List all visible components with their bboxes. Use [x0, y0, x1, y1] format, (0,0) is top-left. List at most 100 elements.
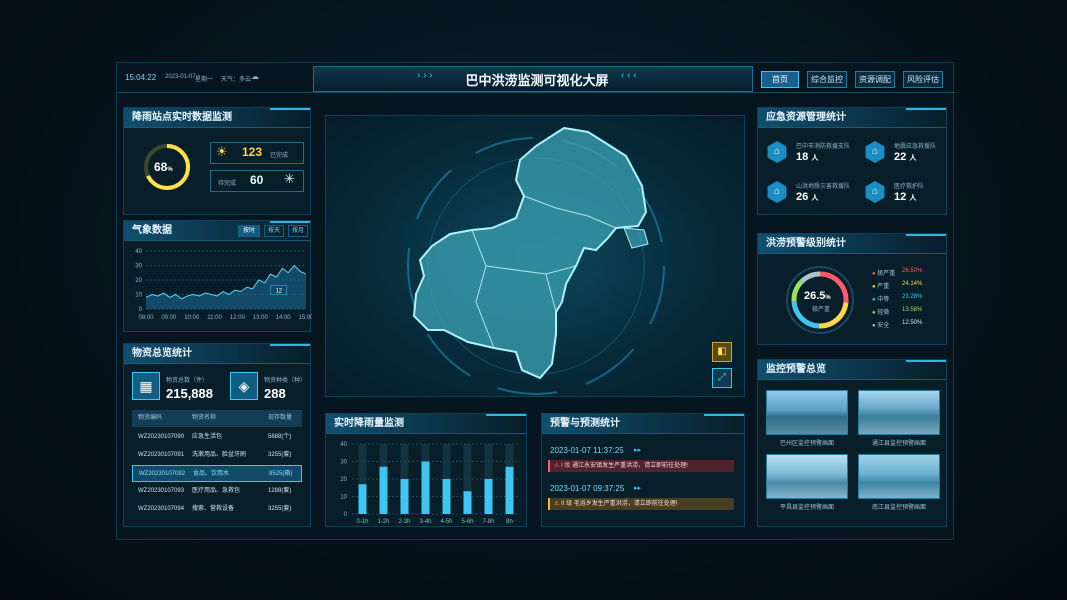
weather-chart: 40 30 20 10 0 08:00 09:00 10:00 11:00 12:00 13:00 1…	[135, 249, 312, 321]
map-panel: ◧ ⤢	[325, 115, 745, 397]
resource-number: 18	[796, 151, 809, 163]
warning-alert-item[interactable]: ⚠ II 级 毛浴乡发生严重洪涝，请立即前往处理!	[548, 498, 734, 510]
y-tick-label: 0	[139, 307, 143, 313]
dashboard-screen: 15:04:22 2023-01-07 星期一 天气：多云 ☁ › › › 巴中…	[116, 62, 955, 540]
row-code: WZ20230107094	[138, 506, 185, 512]
tab-hourly[interactable]: 按时	[238, 225, 260, 237]
warning-level: II 级	[561, 501, 573, 507]
rainfall-title: 实时降雨量监测	[326, 414, 526, 434]
row-qty: 1288(套)	[268, 488, 292, 494]
boxes-icon: ▦	[132, 372, 160, 400]
fullscreen-button[interactable]: ⤢	[712, 368, 732, 388]
camera-thumbnail[interactable]	[858, 390, 940, 435]
legend-row: ● 安全 12.50%	[872, 320, 944, 333]
legend-name: 中等	[877, 297, 890, 303]
bar	[505, 466, 514, 514]
tooltip-value: 12	[275, 289, 282, 295]
legend-name: 轻微	[877, 310, 890, 316]
legend-row: ● 严重 24.14%	[872, 281, 944, 294]
camera-thumbnail[interactable]	[858, 454, 940, 499]
nav-resources[interactable]: 资源调配	[855, 71, 895, 88]
legend-dot: ●	[872, 323, 876, 329]
row-name: 医疗用品、急救包	[192, 488, 241, 494]
level-legend: ● 极严重 26.50% ● 严重 24.14% ● 中等 23.28% ● 轻微 13…	[872, 268, 944, 333]
row-code: WZ20230107092	[139, 471, 186, 477]
layers-toggle-button[interactable]: ◧	[712, 342, 732, 362]
resource-name: 山洪地质灾害救援队	[796, 184, 851, 190]
warning-text: 通江永安镇发生严重洪涝，请立即前往处理!	[572, 463, 688, 469]
monitor-panel: 监控预警总览 巴州区监控预警画面 通江县监控预警画面 平昌县监控预警画面 南江县…	[757, 359, 947, 527]
y-tick-label: 20	[340, 477, 347, 483]
y-tick-label: 0	[344, 512, 348, 518]
bar	[421, 461, 430, 514]
tab-daily[interactable]: 按天	[264, 225, 284, 237]
table-row[interactable]: WZ20230107094 搜索、营救设备 3255(套)	[132, 501, 302, 518]
legend-dot: ●	[872, 310, 876, 316]
done-label: 已完成	[270, 153, 289, 159]
camera-thumbnail[interactable]	[766, 454, 848, 499]
col-name: 物资名称	[192, 415, 217, 421]
table-row-selected[interactable]: WZ20230107092 食品、饮用水 8525(箱)	[132, 465, 302, 482]
y-tick-label: 20	[135, 278, 142, 284]
table-row[interactable]: WZ20230107091 洗漱用品、脸盆牙刷 3255(套)	[132, 447, 302, 464]
total-value: 215,888	[166, 386, 213, 401]
supplies-panel: 物资总览统计 ▦ 物资总数（件） 215,888 ◈ 物资种类（种） 288 物…	[123, 343, 311, 527]
date: 2023-01-07	[165, 74, 196, 80]
nav-home[interactable]: 首页	[761, 71, 799, 88]
cloud-icon: ☁	[251, 72, 259, 81]
rain-station-title: 降雨站点实时数据监测	[124, 108, 310, 128]
x-tick-label: 10:00	[184, 315, 200, 321]
resource-value: 12 人	[894, 191, 916, 203]
legend-value: 13.58%	[902, 307, 923, 313]
camera-caption: 通江县监控预警画面	[871, 441, 926, 447]
resources-panel: 应急资源管理统计 ⌂ 巴中市消防救援支队 18 人 ⌂ 地震应急救援队 22 人…	[757, 107, 947, 215]
legend-name: 极严重	[877, 271, 896, 277]
legend-value: 24.14%	[902, 281, 923, 287]
rain-station-panel: 降雨站点实时数据监测 68% ☀ 123 已完成 待完成 60 ✳	[123, 107, 311, 215]
camera-thumbnail[interactable]	[766, 390, 848, 435]
tab-monthly[interactable]: 按月	[288, 225, 308, 237]
y-tick-label: 30	[135, 264, 142, 270]
x-tick-label: 15:00	[298, 315, 312, 321]
y-tick-label: 30	[340, 460, 347, 466]
table-row[interactable]: WZ20230107093 医疗用品、急救包 1288(套)	[132, 483, 302, 500]
camera-caption: 南江县监控预警画面	[871, 505, 926, 511]
legend-row: ● 轻微 13.58%	[872, 307, 944, 320]
x-tick-label: 11:00	[207, 315, 222, 321]
warning-time: 2023-01-07 09:37:25	[550, 484, 625, 493]
table-row[interactable]: WZ20230107090 应急生活包 5888(个)	[132, 429, 302, 446]
resource-number: 22	[894, 151, 907, 163]
resource-number: 12	[894, 191, 907, 203]
row-name: 食品、饮用水	[193, 471, 230, 477]
resource-value: 26 人	[796, 191, 818, 203]
resource-name: 医疗救护队	[894, 184, 925, 190]
nav-monitoring[interactable]: 综合监控	[807, 71, 847, 88]
resource-unit: 人	[909, 155, 917, 162]
resources-title: 应急资源管理统计	[758, 108, 946, 128]
row-code: WZ20230107091	[138, 452, 185, 458]
sun-icon: ☀	[216, 144, 228, 159]
legend-name: 安全	[877, 323, 890, 329]
row-code: WZ20230107090	[138, 434, 185, 440]
x-tick-label: 09:00	[161, 315, 177, 321]
y-tick-label: 40	[340, 442, 347, 448]
row-name: 搜索、营救设备	[192, 506, 235, 512]
resource-value: 22 人	[894, 151, 916, 163]
legend-dot: ●	[872, 271, 876, 277]
bazhong-region-map[interactable]	[326, 116, 746, 398]
bar	[358, 484, 367, 514]
bar	[442, 479, 451, 514]
legend-dot: ●	[872, 297, 876, 303]
x-tick-label: 1-2h	[377, 519, 389, 525]
x-tick-label: 4-5h	[440, 519, 452, 525]
warning-alert-item[interactable]: ⚠ I 级 通江永安镇发生严重洪涝，请立即前往处理!	[548, 460, 734, 472]
row-qty: 8525(箱)	[269, 471, 293, 477]
legend-name: 严重	[877, 284, 890, 290]
nav-risk[interactable]: 风险评估	[903, 71, 943, 88]
row-qty: 3255(套)	[268, 452, 292, 458]
legend-value: 23.28%	[902, 294, 923, 300]
y-tick-label: 10	[340, 495, 347, 501]
bar	[463, 491, 472, 514]
flood-level-panel: 洪涝预警级别统计 26.5% 极严重 ● 极严重 26.50% ● 严重 24.14…	[757, 233, 947, 345]
y-tick-label: 40	[135, 249, 142, 255]
